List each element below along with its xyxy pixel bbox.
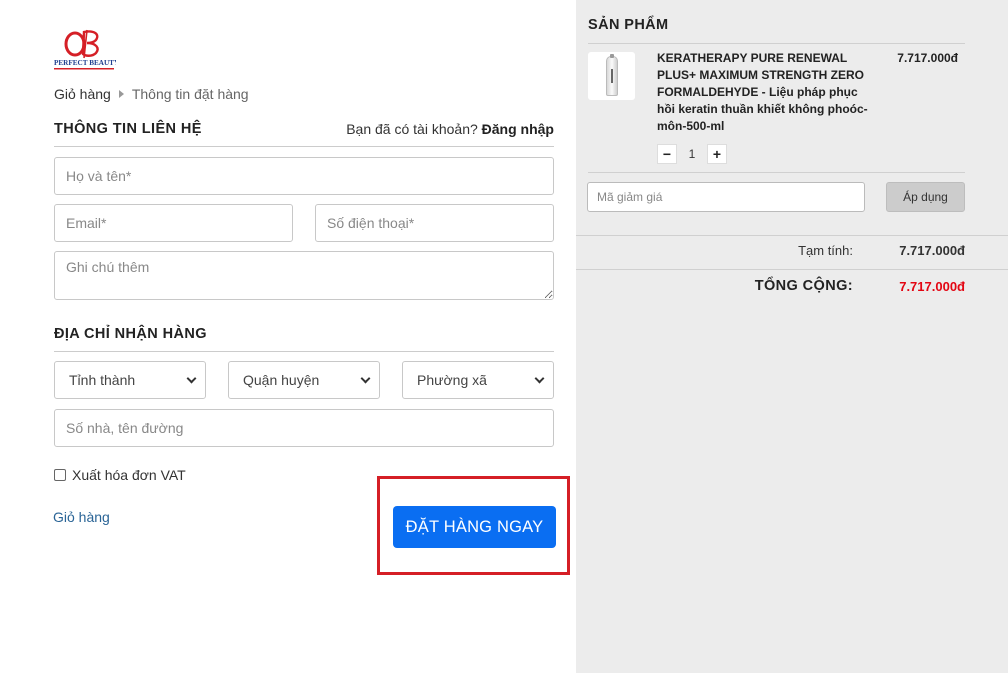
district-select-value: Quận huyện [243, 372, 320, 388]
address-section-header: ĐỊA CHỈ NHẬN HÀNG [54, 326, 554, 352]
order-summary-panel: SẢN PHẨM KERATHERAPY PURE RENEWAL PLUS+ … [576, 0, 1008, 673]
vat-invoice-option[interactable]: Xuất hóa đơn VAT [54, 467, 186, 483]
divider [576, 269, 1008, 270]
chevron-down-icon [534, 373, 545, 383]
ward-select-value: Phường xã [417, 372, 487, 388]
increase-quantity-button[interactable]: + [707, 144, 727, 164]
quantity-stepper: − 1 + [657, 144, 727, 164]
breadcrumb-cart-link[interactable]: Giỏ hàng [54, 86, 111, 102]
contact-section-title: THÔNG TIN LIÊN HỆ [54, 121, 202, 137]
products-section-title: SẢN PHẨM [588, 17, 669, 33]
perfect-beauty-logo[interactable]: PERFECT BEAUTY [54, 28, 120, 72]
checkout-form-panel: PERFECT BEAUTY Giỏ hàng Thông tin đặt hà… [0, 0, 576, 673]
logo-text: PERFECT BEAUTY [54, 59, 116, 67]
total-row: TỔNG CỘNG: 7.717.000đ [576, 278, 1008, 296]
login-hint: Bạn đã có tài khoản? Đăng nhập [346, 121, 554, 137]
login-link[interactable]: Đăng nhập [482, 121, 554, 137]
full-name-input[interactable] [54, 157, 554, 195]
decrease-quantity-button[interactable]: − [657, 144, 677, 164]
province-select[interactable]: Tỉnh thành [54, 361, 206, 399]
divider [588, 43, 965, 44]
subtotal-row: Tạm tính: 7.717.000đ [576, 243, 1008, 261]
subtotal-value: 7.717.000đ [899, 243, 965, 258]
breadcrumb-separator-icon [118, 90, 124, 98]
chevron-down-icon [360, 373, 371, 383]
vat-checkbox[interactable] [54, 469, 66, 481]
breadcrumb: Giỏ hàng Thông tin đặt hàng [54, 86, 249, 102]
coupon-code-input[interactable] [587, 182, 865, 212]
ward-select[interactable]: Phường xã [402, 361, 554, 399]
email-input[interactable] [54, 204, 293, 242]
total-value: 7.717.000đ [899, 279, 965, 294]
place-order-button[interactable]: ĐẶT HÀNG NGAY [393, 506, 556, 548]
shampoo-bottle-icon [605, 54, 618, 96]
phone-input[interactable] [315, 204, 554, 242]
contact-section-header: THÔNG TIN LIÊN HỆ Bạn đã có tài khoản? Đ… [54, 121, 554, 147]
breadcrumb-current: Thông tin đặt hàng [131, 86, 249, 102]
street-address-input[interactable] [54, 409, 554, 447]
apply-coupon-button[interactable]: Áp dụng [886, 182, 965, 212]
note-textarea[interactable] [54, 251, 554, 300]
divider [576, 235, 1008, 236]
subtotal-label: Tạm tính: [798, 243, 853, 258]
vat-label: Xuất hóa đơn VAT [72, 467, 186, 483]
product-thumbnail[interactable] [588, 52, 635, 100]
product-name[interactable]: KERATHERAPY PURE RENEWAL PLUS+ MAXIMUM S… [657, 50, 871, 135]
province-select-value: Tỉnh thành [69, 372, 136, 388]
total-label: TỔNG CỘNG: [754, 278, 853, 294]
district-select[interactable]: Quận huyện [228, 361, 380, 399]
back-to-cart-link[interactable]: Giỏ hàng [53, 509, 110, 525]
quantity-value[interactable]: 1 [677, 144, 707, 164]
product-price: 7.717.000đ [897, 51, 958, 65]
account-question: Bạn đã có tài khoản? [346, 121, 478, 137]
address-section-title: ĐỊA CHỈ NHẬN HÀNG [54, 326, 207, 342]
chevron-down-icon [186, 373, 197, 383]
divider [588, 172, 965, 173]
